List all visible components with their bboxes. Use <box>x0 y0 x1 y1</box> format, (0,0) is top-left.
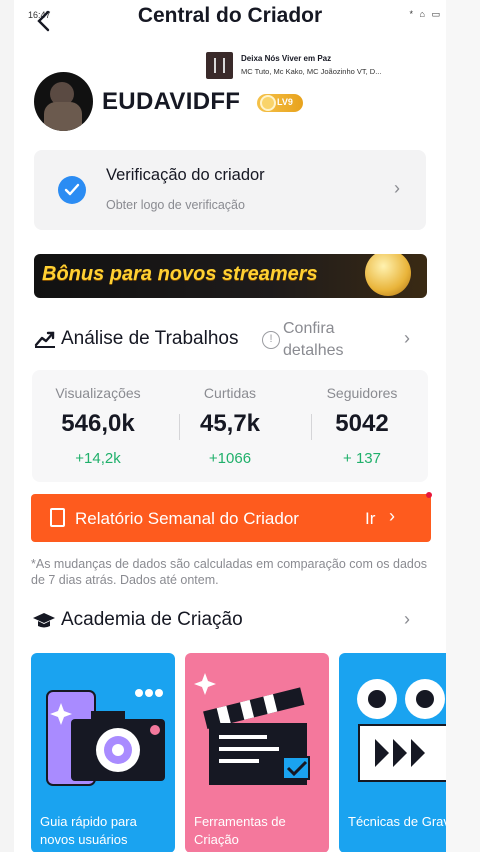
analysis-title: Análise de Trabalhos <box>61 328 239 349</box>
card-label: Guia rápido para novos usuários <box>40 814 137 847</box>
graduation-cap-icon <box>33 613 55 628</box>
stat-change: + 137 <box>343 450 381 467</box>
chevron-right-icon: › <box>394 178 400 198</box>
notification-dot <box>426 492 432 498</box>
info-icon[interactable]: ! <box>262 331 280 349</box>
stat-followers: Seguidores 5042 + 137 <box>296 370 428 482</box>
details-link[interactable]: Confira detalhes <box>283 318 363 362</box>
stat-value: 546,0k <box>61 410 135 437</box>
song-title: Deixa Nós Viver em Paz <box>241 54 332 63</box>
left-edge <box>0 0 14 852</box>
data-note: *As mudanças de dados são calculadas em … <box>31 557 428 587</box>
album-art <box>206 52 233 79</box>
academy-card-techniques[interactable]: Técnicas de Gravação <box>339 653 446 852</box>
stat-value: 45,7k <box>199 410 261 437</box>
stat-label: Seguidores <box>326 385 398 401</box>
verification-subtitle: Obter logo de verificação <box>106 198 245 212</box>
clapperboard-icon <box>194 673 310 785</box>
card-label: Ferramentas de Criação <box>194 814 286 847</box>
level-badge: LV9 <box>257 94 303 112</box>
username: EUDAVIDFF <box>102 88 241 115</box>
card-label: Técnicas de Gravação <box>348 814 446 829</box>
stat-label: Visualizações <box>55 385 141 401</box>
creator-center-screen: 16:47 * ⌂ ▭ Central do Criador Deixa Nós… <box>14 0 446 852</box>
song-artist: MC Tuto, Mc Kako, MC Joãozinho VT, D... <box>241 67 382 76</box>
chevron-right-icon[interactable]: › <box>404 328 410 349</box>
verification-card[interactable]: Verificação do criador Obter logo de ver… <box>34 150 426 230</box>
coin-icon <box>365 254 411 296</box>
medal-icon <box>260 95 276 111</box>
stats-panel[interactable]: Visualizações 546,0k +14,2k Curtidas 45,… <box>32 370 428 482</box>
weekly-report-button[interactable]: Relatório Semanal do Criador Ir › <box>31 494 431 542</box>
stat-label: Curtidas <box>203 385 257 401</box>
stat-change: +14,2k <box>75 450 121 467</box>
page-title: Central do Criador <box>137 4 323 27</box>
academy-card-tools[interactable]: Ferramentas de Criação <box>185 653 329 852</box>
verification-title: Verificação do criador <box>106 166 265 184</box>
avatar[interactable] <box>34 72 93 131</box>
verified-check-icon <box>58 176 86 204</box>
chevron-right-icon[interactable]: › <box>404 609 410 630</box>
now-playing[interactable]: Deixa Nós Viver em Paz MC Tuto, Mc Kako,… <box>206 52 446 80</box>
trend-chart-icon <box>34 331 55 348</box>
stat-value: 5042 <box>335 410 389 437</box>
report-cta: Ir <box>365 509 376 528</box>
academy-title: Academia de Criação <box>61 609 243 630</box>
camera-phone-icon <box>46 689 165 786</box>
banner-text: Bônus para novos streamers <box>42 263 318 285</box>
chevron-right-icon: › <box>389 506 395 526</box>
video-reel-icon <box>357 679 446 782</box>
right-edge <box>446 0 480 852</box>
academy-card-quick-guide[interactable]: Guia rápido para novos usuários <box>31 653 175 852</box>
document-icon <box>50 508 65 527</box>
report-label: Relatório Semanal do Criador <box>75 509 299 528</box>
stat-likes: Curtidas 45,7k +1066 <box>164 370 296 482</box>
streamer-bonus-banner[interactable]: Bônus para novos streamers <box>34 254 427 298</box>
level-text: LV9 <box>277 97 293 107</box>
stat-views: Visualizações 546,0k +14,2k <box>32 370 164 482</box>
stat-change: +1066 <box>208 450 252 467</box>
